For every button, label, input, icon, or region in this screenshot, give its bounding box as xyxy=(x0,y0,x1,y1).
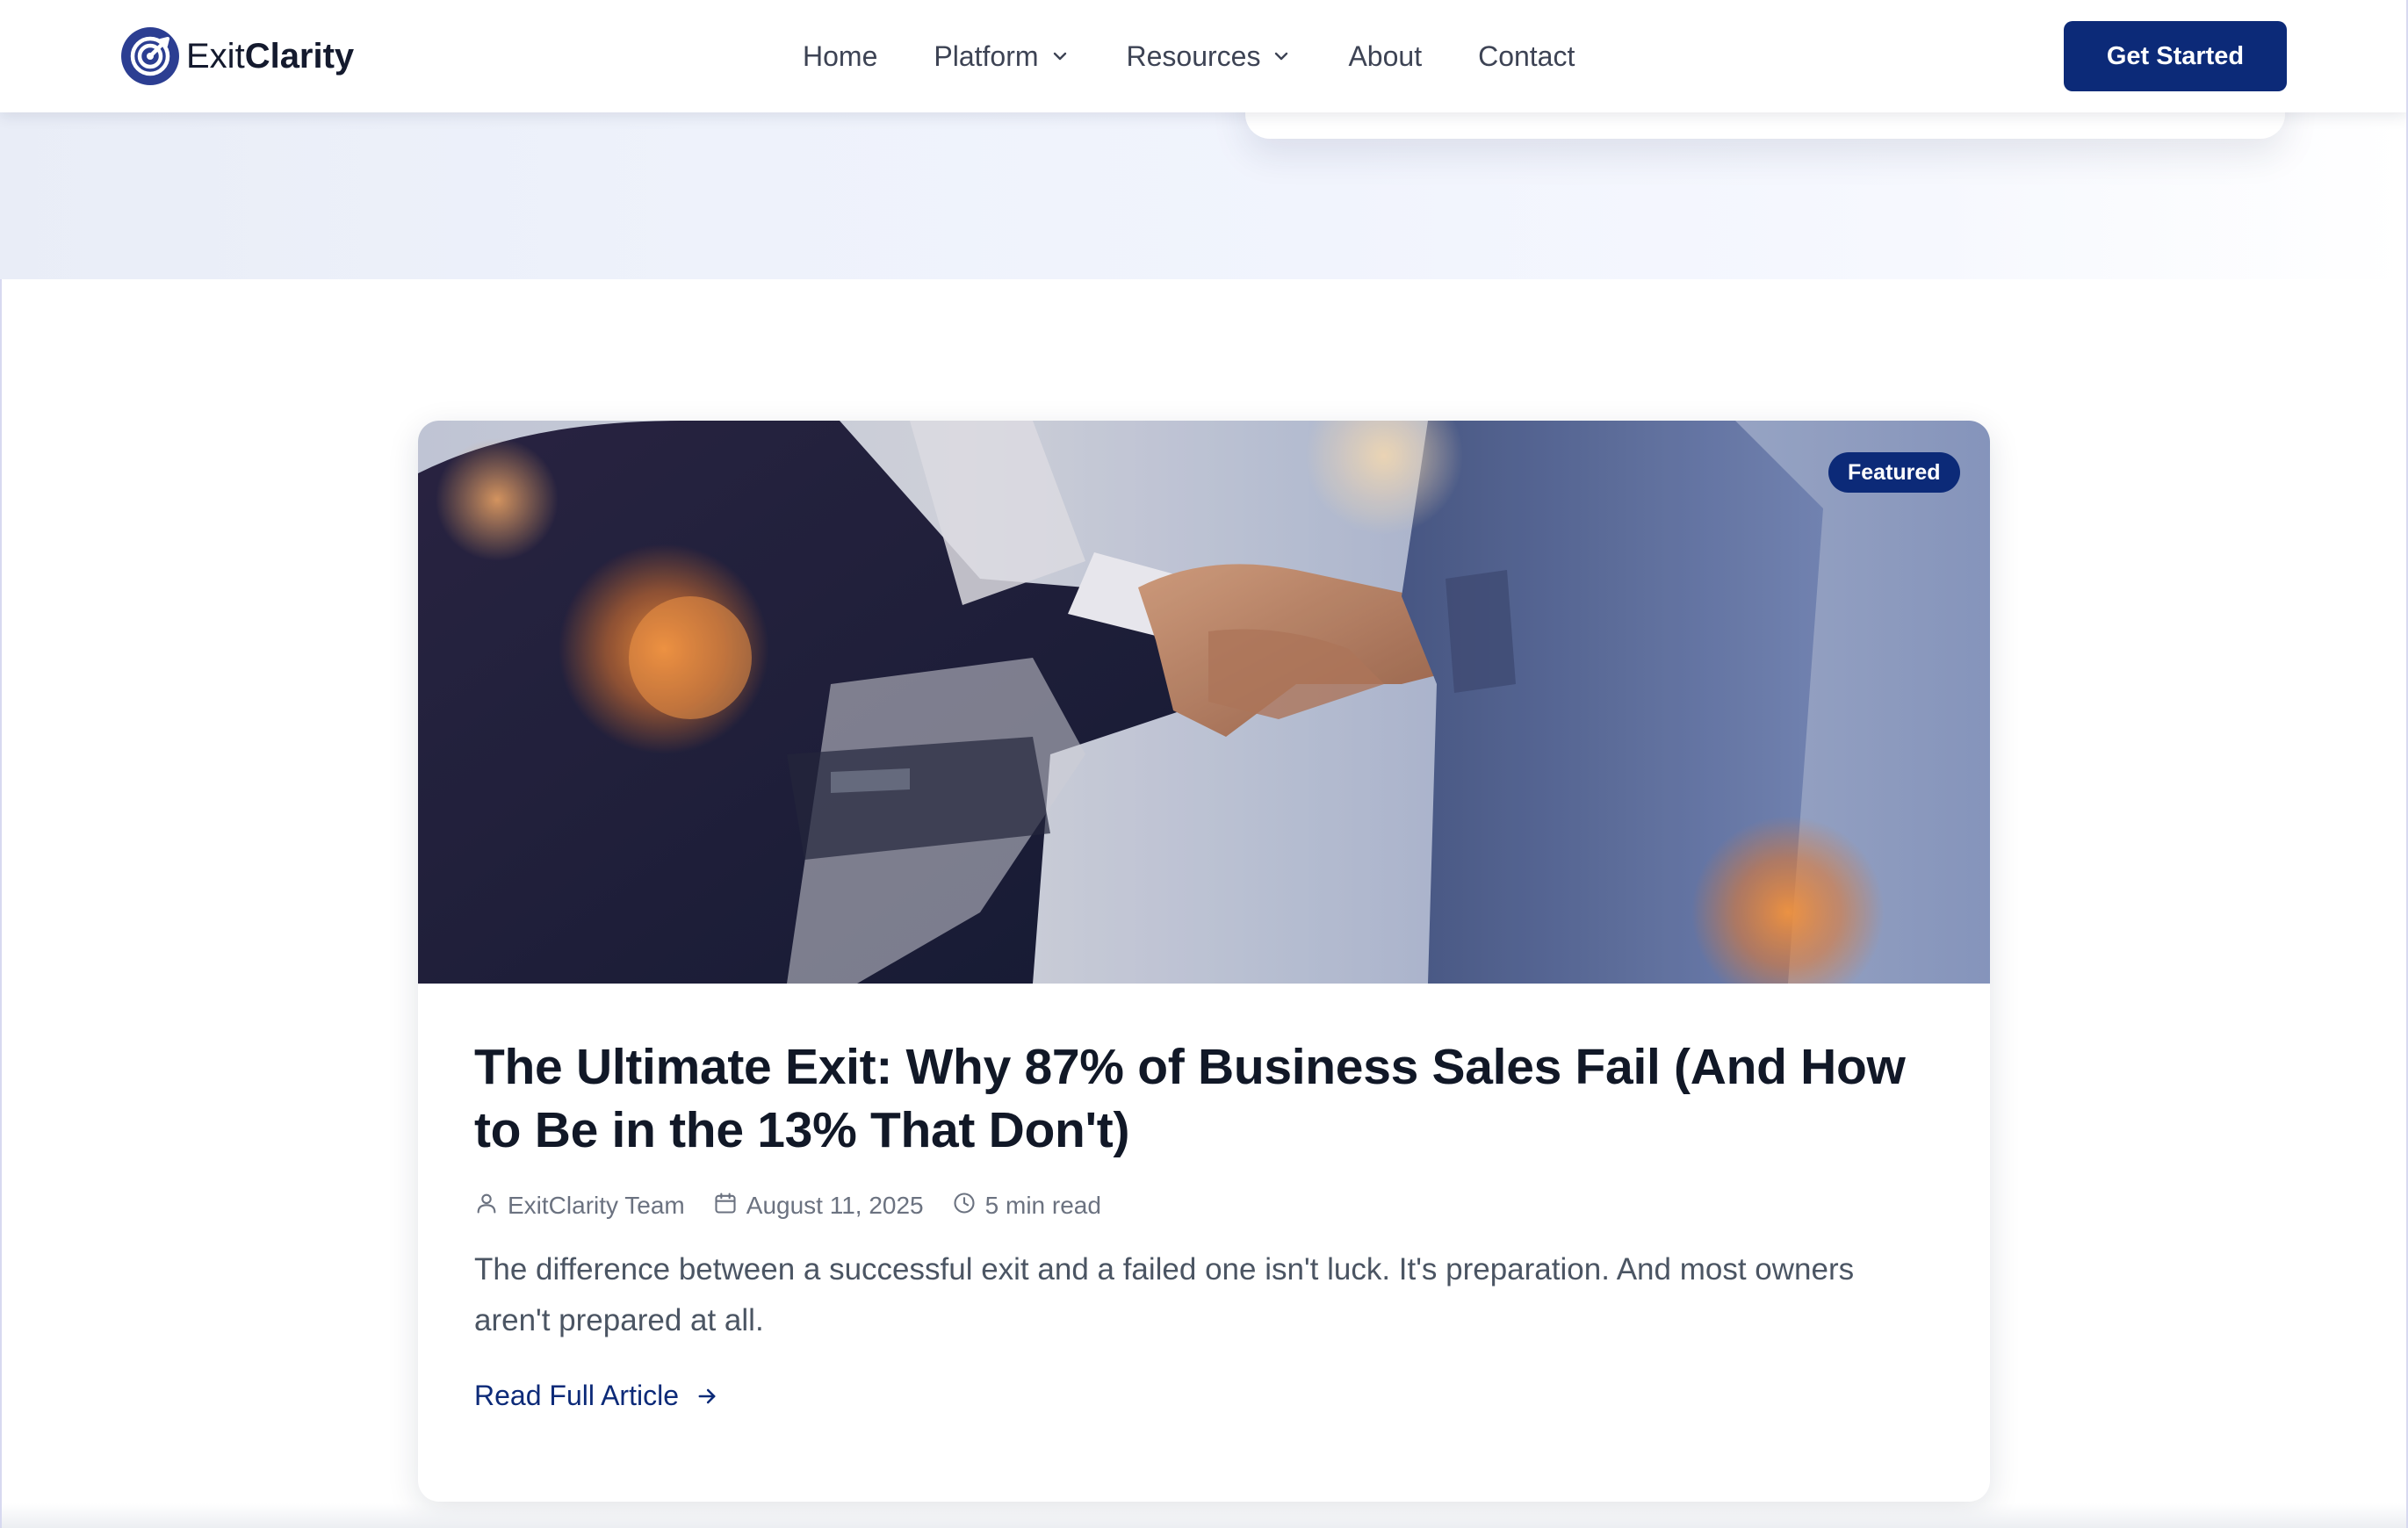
brand-name: ExitClarity xyxy=(186,36,355,76)
calendar-icon xyxy=(713,1191,746,1222)
nav-item-label: Resources xyxy=(1126,40,1261,72)
author-meta: ExitClarity Team xyxy=(474,1191,685,1222)
nav-item-contact[interactable]: Contact xyxy=(1478,40,1575,73)
author-name: ExitClarity Team xyxy=(508,1192,685,1219)
read-full-article-link[interactable]: Read Full Article xyxy=(474,1380,719,1412)
nav-item-label: Home xyxy=(803,40,878,72)
article-meta: ExitClarity Team August 11, 2025 5 min r… xyxy=(474,1188,1934,1223)
arrow-right-icon xyxy=(695,1384,719,1409)
chevron-down-icon xyxy=(1271,46,1292,67)
nav-item-label: About xyxy=(1348,40,1423,72)
date-meta: August 11, 2025 xyxy=(713,1191,924,1222)
brand-logo[interactable]: ExitClarity xyxy=(121,26,354,86)
read-time-meta: 5 min read xyxy=(952,1191,1101,1222)
window-border-left xyxy=(0,279,2,1528)
nav-item-home[interactable]: Home xyxy=(803,40,877,73)
user-icon xyxy=(474,1191,508,1222)
main-nav: Home Platform Resources About Contact xyxy=(803,33,1575,79)
nav-item-label: Contact xyxy=(1478,40,1575,72)
featured-article-card[interactable]: Featured The Ultimate Exit: Why 87% of B… xyxy=(418,421,1990,1502)
get-started-button[interactable]: Get Started xyxy=(2064,21,2287,91)
publish-date: August 11, 2025 xyxy=(746,1192,924,1219)
article-title[interactable]: The Ultimate Exit: Why 87% of Business S… xyxy=(474,1035,1934,1162)
clock-icon xyxy=(952,1191,985,1222)
read-time: 5 min read xyxy=(984,1192,1101,1219)
article-excerpt: The difference between a successful exit… xyxy=(474,1252,1855,1337)
chevron-down-icon xyxy=(1049,46,1071,67)
nav-item-resources[interactable]: Resources xyxy=(1127,40,1293,73)
nav-item-platform[interactable]: Platform xyxy=(934,40,1070,73)
navbar: ExitClarity Home Platform Resources Abou… xyxy=(0,0,2408,112)
bottom-fade xyxy=(0,1503,2408,1528)
nav-item-label: Platform xyxy=(934,40,1039,72)
handshake-photo: Featured xyxy=(418,421,1990,984)
featured-badge: Featured xyxy=(1828,452,1960,493)
nav-item-about[interactable]: About xyxy=(1348,40,1422,73)
card-body: The Ultimate Exit: Why 87% of Business S… xyxy=(474,1035,1934,1412)
read-more-label: Read Full Article xyxy=(474,1380,679,1411)
target-icon xyxy=(121,27,179,85)
